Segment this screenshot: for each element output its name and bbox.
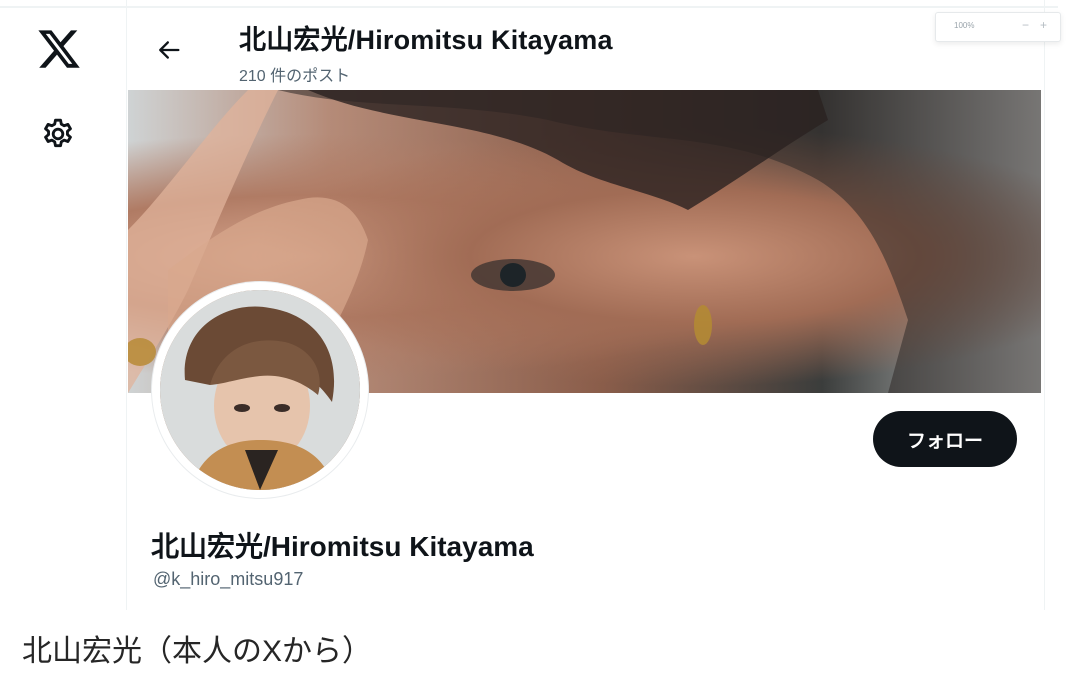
x-logo-icon[interactable]: [36, 26, 82, 72]
zoom-out-button[interactable]: −: [1022, 18, 1029, 32]
zoom-in-button[interactable]: +: [1040, 18, 1047, 32]
left-nav-rail: [0, 0, 126, 610]
header-display-name: 北山宏光/Hiromitsu Kitayama: [239, 25, 613, 55]
image-caption: 北山宏光（本人のXから）: [22, 635, 373, 668]
screenshot: 北山宏光/Hiromitsu Kitayama 210 件のポスト 100% −…: [0, 0, 1080, 610]
back-arrow-icon[interactable]: [155, 36, 183, 64]
follow-button[interactable]: フォロー: [873, 411, 1017, 467]
avatar-photo: [160, 290, 360, 490]
header-post-count: 210 件のポスト: [239, 68, 351, 85]
profile-display-name: 北山宏光/Hiromitsu Kitayama: [151, 531, 534, 562]
zoom-level: 100%: [954, 21, 975, 30]
gear-icon[interactable]: [40, 116, 76, 152]
profile-handle: @k_hiro_mitsu917: [153, 569, 304, 589]
profile-avatar[interactable]: [152, 282, 368, 498]
zoom-control: 100% − +: [935, 12, 1061, 42]
